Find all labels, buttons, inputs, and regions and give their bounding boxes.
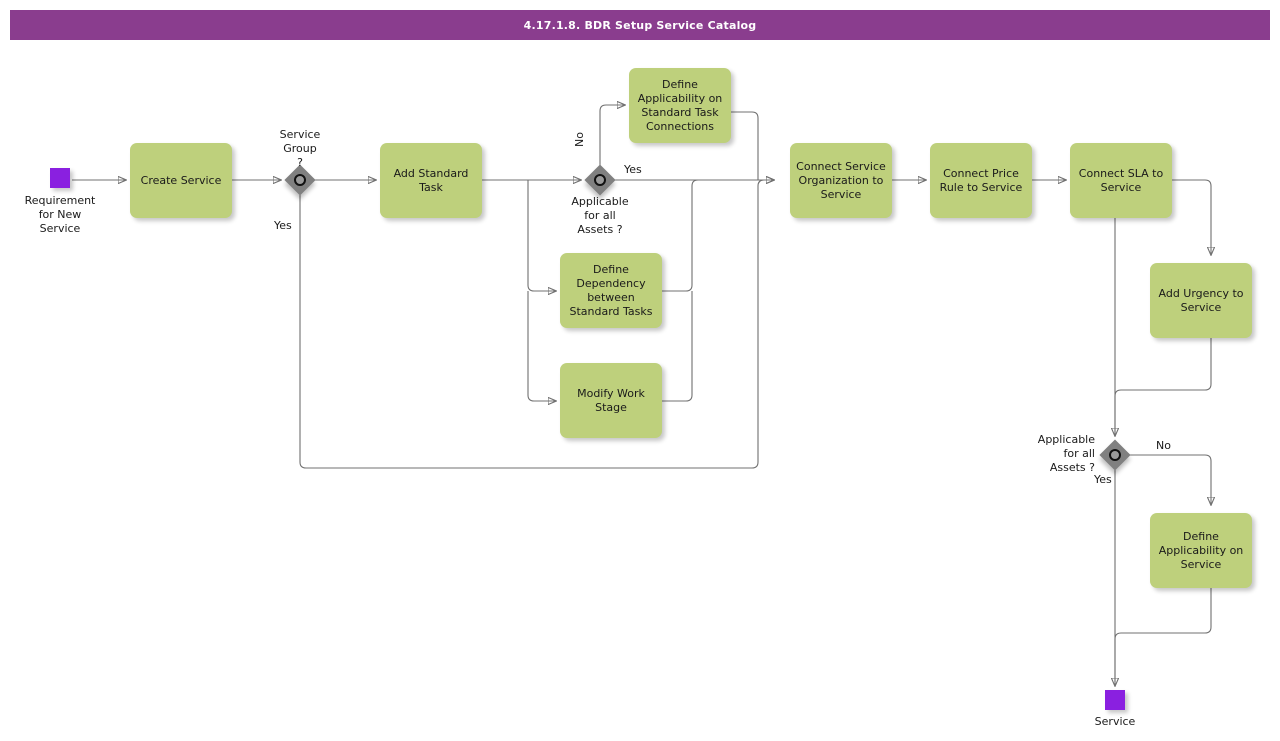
edge-branch-to-modify-work-stage [527,291,556,401]
edge-label-assets-2-no: No [1156,439,1171,452]
task-connect-price-rule-to-service[interactable]: Connect Price Rule to Service [930,143,1032,218]
gateway-inclusive-ring-icon [1109,449,1121,461]
task-connect-service-organization-to-service[interactable]: Connect Service Organization to Service [790,143,892,218]
start-event-label: Requirement for New Service [24,194,96,235]
gateway-service-group-label: Service Group ? [279,128,321,169]
gateway-applicable-for-all-assets-1[interactable] [584,164,616,196]
end-event-label: Service [1094,715,1136,728]
edge-gw-assets-2-no-to-define-applicability-service [1130,454,1211,505]
end-event[interactable] [1105,690,1125,710]
task-define-dependency-between-standard-tasks[interactable]: Define Dependency between Standard Tasks [560,253,662,328]
edge-gw-assets-1-no-to-define-applicability-stc [599,105,625,166]
task-create-service[interactable]: Create Service [130,143,232,218]
edge-label-assets-1-no: No [573,132,586,147]
edge-label-assets-1-yes: Yes [624,163,642,176]
edge-connect-sla-to-add-urgency [1172,179,1211,255]
gateway-applicable-for-all-assets-1-label: Applicable for all Assets ? [571,195,629,236]
edge-modify-work-stage-to-merge [662,291,693,402]
task-connect-sla-to-service[interactable]: Connect SLA to Service [1070,143,1172,218]
edge-add-urgency-to-merge [1114,338,1212,436]
edge-gw-service-group-yes-loop [299,180,774,469]
gateway-applicable-for-all-assets-2-label: Applicable for all Assets ? [1037,433,1095,474]
gateway-applicable-for-all-assets-2[interactable] [1099,439,1131,471]
page-title: 4.17.1.8. BDR Setup Service Catalog [10,10,1270,40]
edge-define-dependency-to-merge [662,179,699,292]
task-define-applicability-on-standard-task-connections[interactable]: Define Applicability on Standard Task Co… [629,68,731,143]
diagram-canvas: 4.17.1.8. BDR Setup Service Catalog Requ… [0,0,1280,741]
start-event[interactable] [50,168,70,188]
task-add-standard-task[interactable]: Add Standard Task [380,143,482,218]
edge-label-service-group-yes: Yes [274,219,292,232]
task-add-urgency-to-service[interactable]: Add Urgency to Service [1150,263,1252,338]
edge-label-assets-2-yes: Yes [1094,473,1112,486]
edge-define-applicability-service-to-merge [1114,588,1212,682]
task-define-applicability-on-service[interactable]: Define Applicability on Service [1150,513,1252,588]
gateway-inclusive-ring-icon [594,174,606,186]
edge-define-applicability-stc-to-merge [731,111,759,180]
task-modify-work-stage[interactable]: Modify Work Stage [560,363,662,438]
gateway-inclusive-ring-icon [294,174,306,186]
